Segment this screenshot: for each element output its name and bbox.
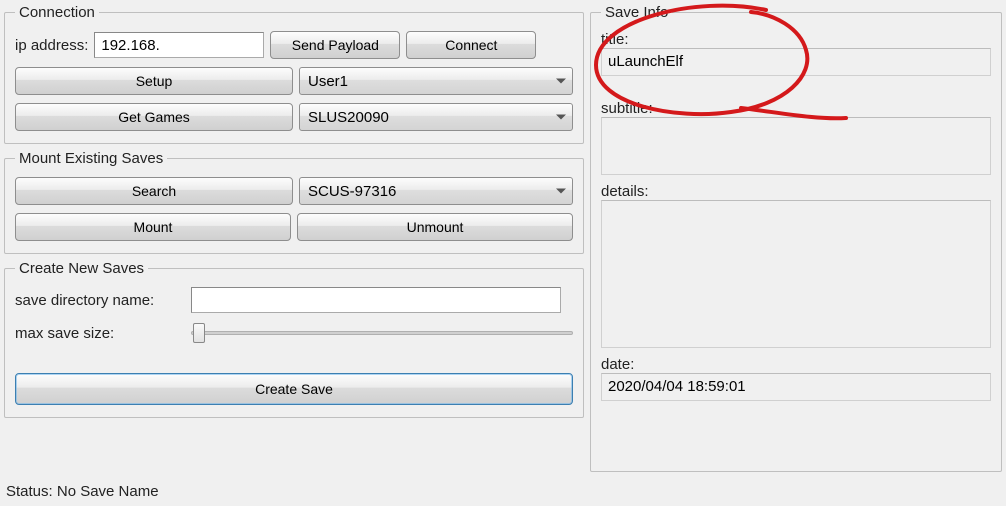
save-info-legend: Save Info <box>601 4 672 21</box>
details-label: details: <box>601 183 991 200</box>
save-combo[interactable]: SCUS-97316 <box>299 177 573 205</box>
search-button[interactable]: Search <box>15 177 293 205</box>
title-value: uLaunchElf <box>601 48 991 76</box>
game-combo-value: SLUS20090 <box>308 109 389 126</box>
dir-label: save directory name: <box>15 292 185 309</box>
get-games-button[interactable]: Get Games <box>15 103 293 131</box>
mount-group: Mount Existing Saves Search SCUS-97316 M… <box>4 150 584 254</box>
user-combo-value: User1 <box>308 73 348 90</box>
create-legend: Create New Saves <box>15 260 148 277</box>
connect-button[interactable]: Connect <box>406 31 536 59</box>
size-slider[interactable] <box>191 321 573 345</box>
size-label: max save size: <box>15 325 185 342</box>
date-label: date: <box>601 356 991 373</box>
connection-legend: Connection <box>15 4 99 21</box>
create-group: Create New Saves save directory name: ma… <box>4 260 584 418</box>
subtitle-value <box>601 117 991 175</box>
chevron-down-icon <box>556 79 566 84</box>
setup-button[interactable]: Setup <box>15 67 293 95</box>
status-text: Status: No Save Name <box>6 483 159 500</box>
mount-legend: Mount Existing Saves <box>15 150 167 167</box>
ip-label: ip address: <box>15 37 88 54</box>
slider-thumb[interactable] <box>193 323 205 343</box>
date-value: 2020/04/04 18:59:01 <box>601 373 991 401</box>
subtitle-label: subtitle: <box>601 100 991 117</box>
chevron-down-icon <box>556 115 566 120</box>
create-save-button[interactable]: Create Save <box>15 373 573 405</box>
chevron-down-icon <box>556 189 566 194</box>
title-label: title: <box>601 31 991 48</box>
save-info-group: Save Info title: uLaunchElf subtitle: de… <box>590 4 1002 472</box>
dir-input[interactable] <box>191 287 561 313</box>
ip-input[interactable] <box>94 32 264 58</box>
send-payload-button[interactable]: Send Payload <box>270 31 400 59</box>
game-combo[interactable]: SLUS20090 <box>299 103 573 131</box>
connection-group: Connection ip address: Send Payload Conn… <box>4 4 584 144</box>
user-combo[interactable]: User1 <box>299 67 573 95</box>
details-value <box>601 200 991 348</box>
mount-button[interactable]: Mount <box>15 213 291 241</box>
save-combo-value: SCUS-97316 <box>308 183 396 200</box>
unmount-button[interactable]: Unmount <box>297 213 573 241</box>
